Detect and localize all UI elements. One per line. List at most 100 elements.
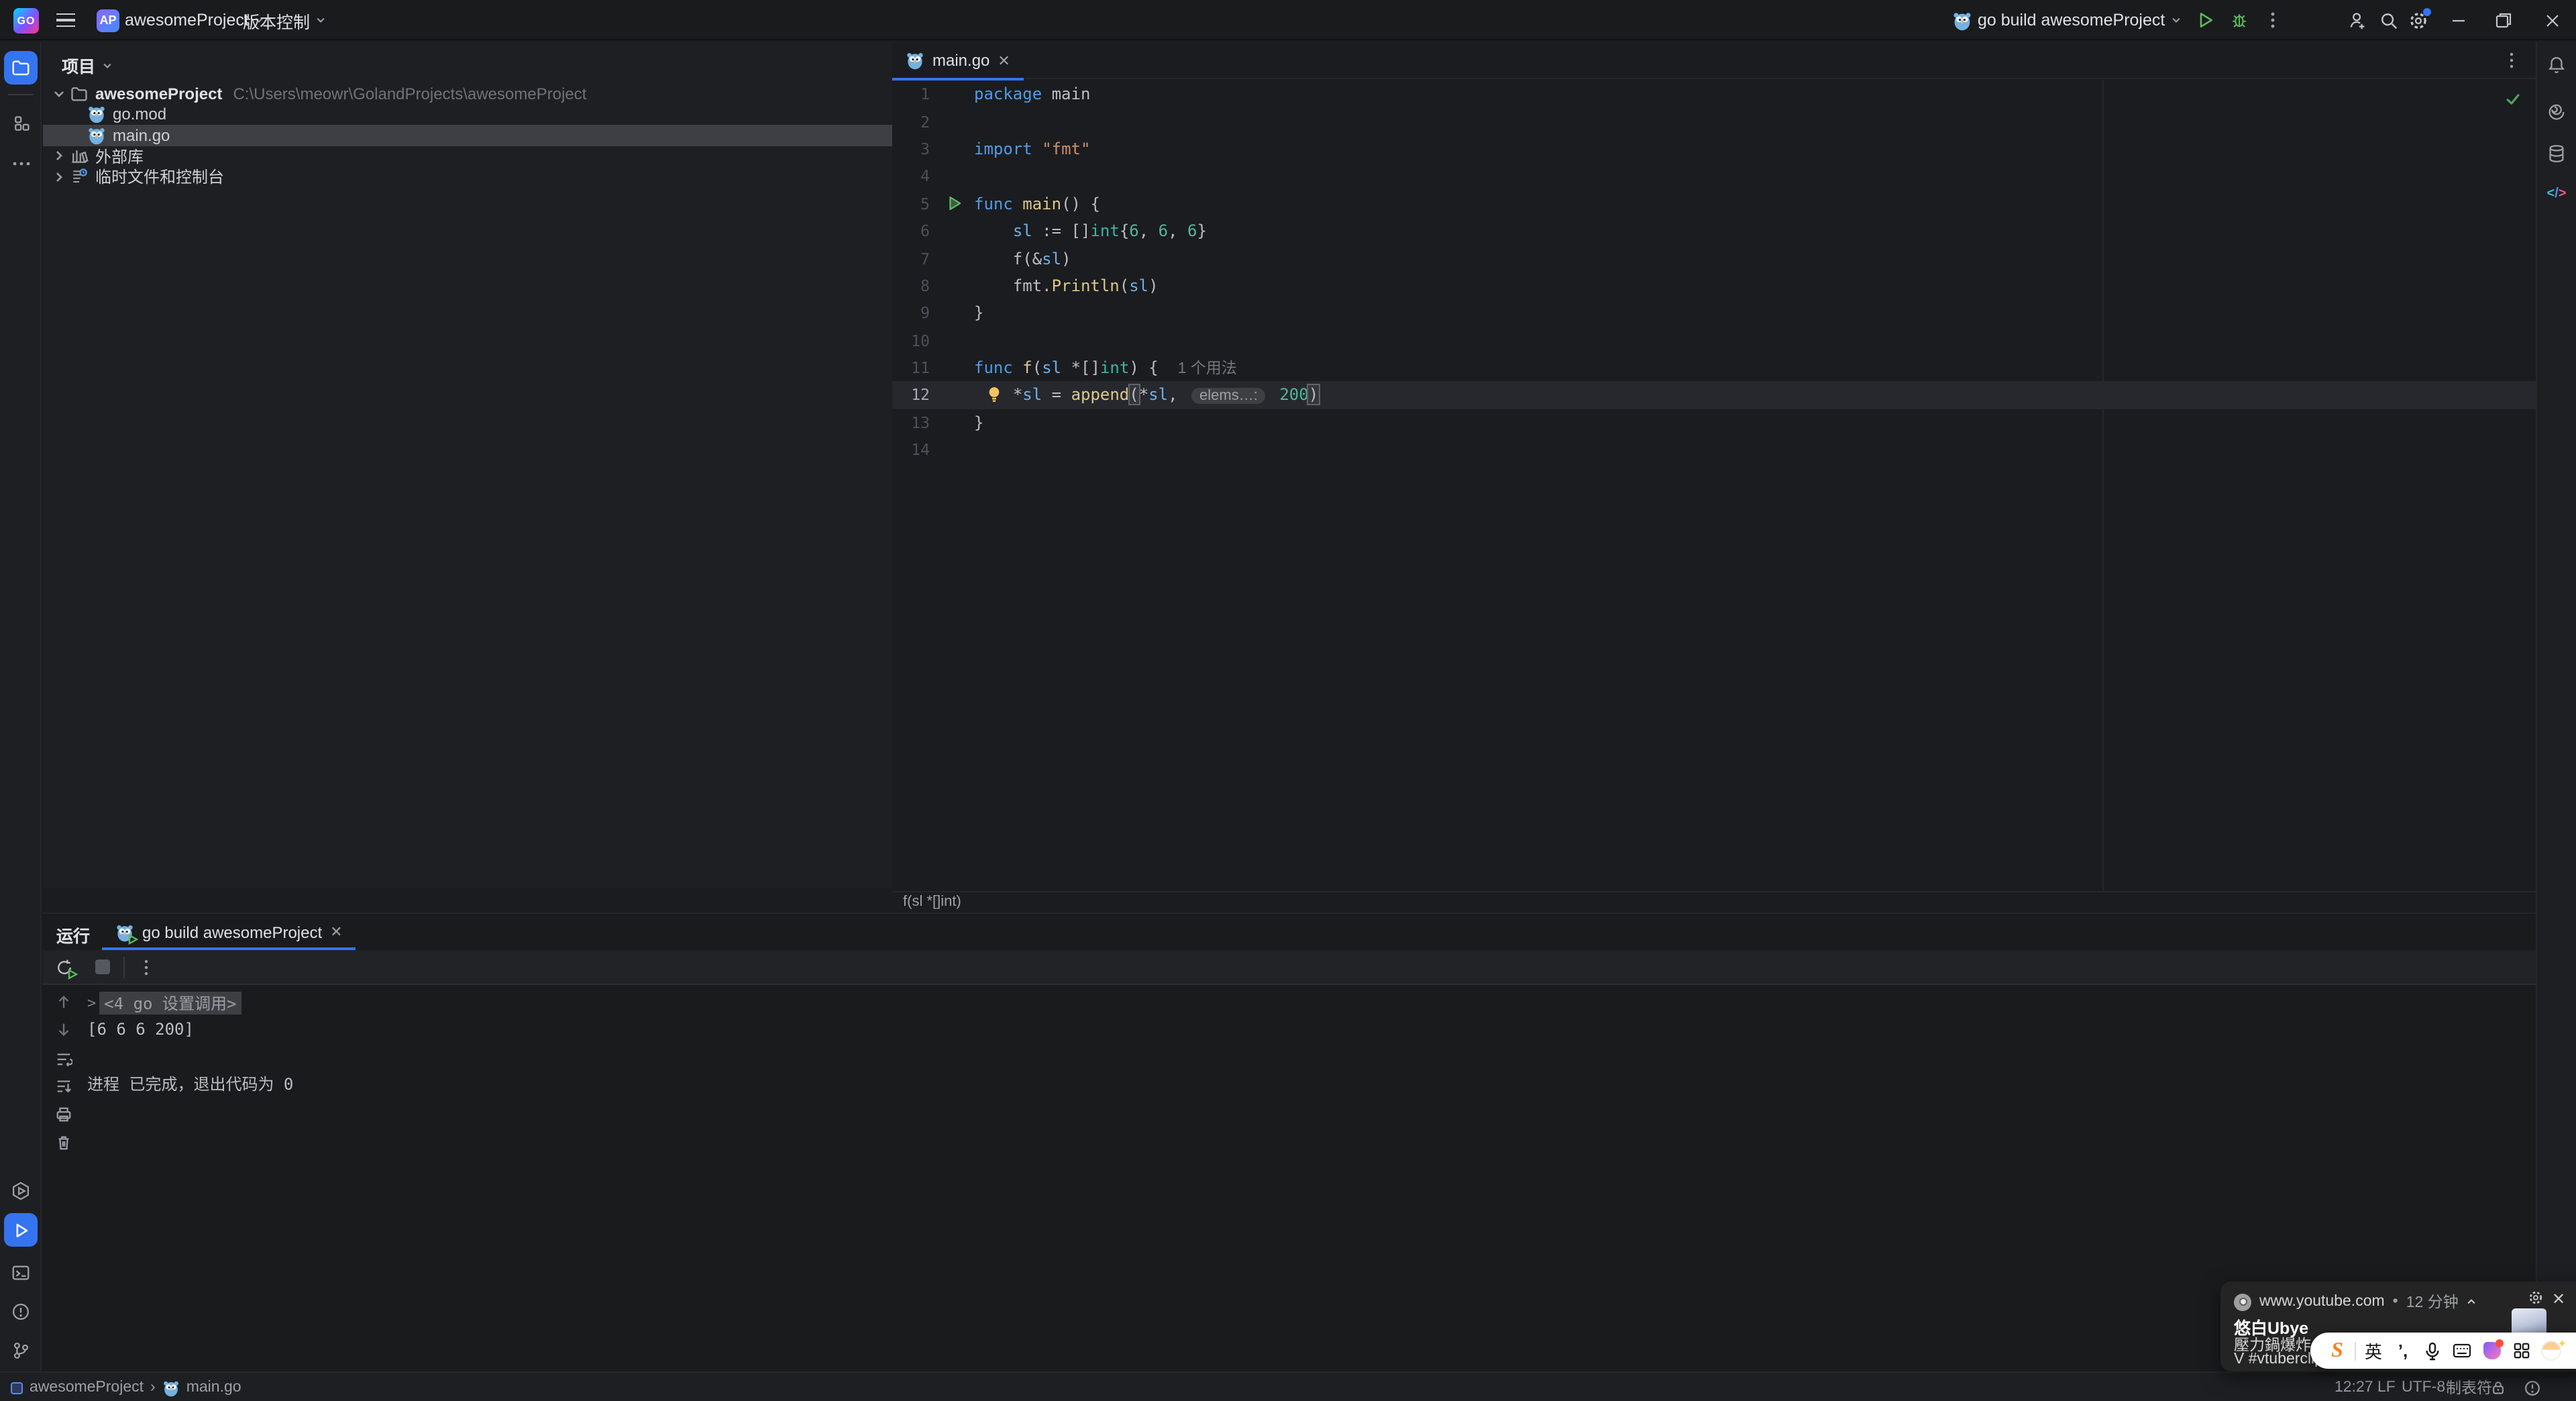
statusbar-file[interactable]: main.go xyxy=(186,1380,241,1396)
line-number[interactable]: 13 xyxy=(892,409,974,436)
tree-item-maingo[interactable]: main.go xyxy=(43,125,892,146)
next-occurrence-button[interactable] xyxy=(54,1021,72,1039)
chevron-expanded-icon[interactable] xyxy=(52,87,66,101)
code-line[interactable]: 7 f(&sl) xyxy=(892,245,2536,272)
code-editor[interactable]: 1 package main 2 3 import "fmt" 4 5 func main()… xyxy=(892,81,2536,891)
code-line[interactable]: 9} xyxy=(892,299,2536,327)
chevron-collapsed-icon[interactable] xyxy=(52,150,66,163)
breadcrumb-bar[interactable]: f(sl *[]int) xyxy=(892,891,2536,911)
code-with-me-button[interactable] xyxy=(2348,0,2368,40)
run-panel-title[interactable]: 运行 xyxy=(56,922,90,947)
code-line[interactable]: 14 xyxy=(892,436,2536,464)
chevron-collapsed-icon[interactable] xyxy=(52,170,66,184)
intention-bulb-icon[interactable] xyxy=(985,386,1004,405)
print-button[interactable] xyxy=(54,1106,72,1123)
ai-assistant-button[interactable] xyxy=(2540,95,2573,129)
readonly-toggle[interactable] xyxy=(2490,1373,2506,1401)
stop-button[interactable] xyxy=(95,959,110,974)
tool-window-terminal-button[interactable] xyxy=(4,1256,38,1290)
ime-punctuation-toggle[interactable]: ’, xyxy=(2388,1341,2418,1361)
line-number[interactable]: 4 xyxy=(892,162,974,190)
prev-occurrence-button[interactable] xyxy=(54,993,72,1010)
breadcrumb-item[interactable]: f(sl *[]int) xyxy=(903,894,961,910)
line-number[interactable]: 11 xyxy=(892,354,974,382)
line-number[interactable]: 2 xyxy=(892,108,974,136)
project-widget[interactable]: AP awesomeProject xyxy=(97,0,265,40)
project-panel-header[interactable]: 项目 xyxy=(62,52,113,78)
endpoints-button[interactable]: </> xyxy=(2540,177,2573,211)
caret-position-widget[interactable]: 12:27 xyxy=(2334,1373,2373,1401)
indent-widget[interactable]: 制表符 xyxy=(2446,1373,2492,1401)
tab-close-icon[interactable]: ✕ xyxy=(998,52,1010,69)
inspections-status-widget[interactable] xyxy=(2524,1373,2541,1401)
code-line[interactable]: 6 sl := []int{6, 6, 6} xyxy=(892,217,2536,245)
run-button[interactable] xyxy=(2196,0,2215,40)
main-menu-button[interactable] xyxy=(56,0,78,40)
code-line[interactable]: 11 func f(sl *[]int) { 1 个用法 xyxy=(892,354,2536,382)
notification-close-button[interactable]: ✕ xyxy=(2552,1290,2565,1308)
console-output[interactable]: > <4 go 设置调用> [6 6 6 200] 进程 已完成，退出代码为 0 xyxy=(87,989,293,1096)
line-separator-widget[interactable]: LF xyxy=(2377,1373,2396,1401)
line-number[interactable]: 3 xyxy=(892,136,974,163)
statusbar-project[interactable]: awesomeProject xyxy=(30,1380,144,1396)
line-number[interactable]: 7 xyxy=(892,245,974,272)
code-line[interactable]: 1 package main xyxy=(892,81,2536,108)
tool-window-git-button[interactable] xyxy=(4,1334,38,1367)
tool-window-run-button[interactable] xyxy=(4,1213,38,1247)
tree-item-external-libraries[interactable]: 外部库 xyxy=(43,146,892,166)
line-number[interactable]: 12 xyxy=(892,382,974,409)
tree-item-scratches[interactable]: 临时文件和控制台 xyxy=(43,166,892,187)
vcs-widget[interactable]: 版本控制 xyxy=(243,0,326,40)
run-gutter-icon[interactable] xyxy=(946,194,963,211)
more-tool-windows-button[interactable] xyxy=(4,146,38,180)
console-options-button[interactable] xyxy=(138,957,154,976)
minimize-button[interactable] xyxy=(2439,0,2477,40)
run-configuration-selector[interactable]: go build awesomeProject xyxy=(1952,0,2181,40)
code-line[interactable]: 10 xyxy=(892,327,2536,354)
ime-language-toggle[interactable]: 英 xyxy=(2359,1338,2388,1363)
line-number[interactable]: 14 xyxy=(892,436,974,464)
encoding-widget[interactable]: UTF-8 xyxy=(2402,1373,2445,1401)
ime-toolbox-button[interactable] xyxy=(2506,1342,2536,1359)
database-button[interactable] xyxy=(2540,137,2573,170)
chevron-up-icon[interactable] xyxy=(2467,1296,2477,1307)
code-line[interactable]: 8 fmt.Println(sl) xyxy=(892,272,2536,299)
code-line[interactable]: 2 xyxy=(892,108,2536,136)
close-button[interactable] xyxy=(2533,0,2571,40)
line-number[interactable]: 1 xyxy=(892,81,974,108)
tool-window-commit-button[interactable] xyxy=(4,106,38,140)
line-number[interactable]: 6 xyxy=(892,217,974,245)
ime-microphone-button[interactable] xyxy=(2418,1341,2447,1360)
fold-arrow-icon[interactable]: > xyxy=(87,994,96,1011)
code-line[interactable]: 13} xyxy=(892,409,2536,436)
line-number[interactable]: 5 xyxy=(892,190,974,217)
statusbar-breadcrumb[interactable]: awesomeProject › main.go xyxy=(11,1373,241,1401)
line-number[interactable]: 8 xyxy=(892,272,974,299)
code-line[interactable]: 5 func main() { xyxy=(892,190,2536,217)
goland-logo-icon[interactable]: GO xyxy=(13,0,39,40)
sogou-logo-icon[interactable]: S xyxy=(2322,1339,2352,1363)
tab-close-icon[interactable]: ✕ xyxy=(330,923,342,941)
clear-all-button[interactable] xyxy=(54,1134,72,1151)
settings-button[interactable] xyxy=(2408,0,2431,40)
search-everywhere-button[interactable] xyxy=(2379,0,2399,40)
line-number[interactable]: 10 xyxy=(892,327,974,354)
run-tab[interactable]: go build awesomeProject ✕ xyxy=(102,914,356,950)
ime-skin-button[interactable] xyxy=(2477,1339,2506,1359)
tree-item-project-root[interactable]: awesomeProject C:\Users\meowr\GolandProj… xyxy=(43,83,892,104)
tool-window-problems-button[interactable] xyxy=(4,1295,38,1329)
code-line[interactable]: 12 *sl = append(*sl, elems…: 200) xyxy=(892,381,2536,409)
code-line[interactable]: 4 xyxy=(892,162,2536,190)
tab-maingo[interactable]: main.go ✕ xyxy=(892,42,1024,81)
ime-emoji-button[interactable]: ✦ xyxy=(2536,1338,2567,1361)
tool-window-services-button[interactable] xyxy=(4,1174,38,1208)
more-actions-button[interactable] xyxy=(2265,0,2281,40)
debug-button[interactable] xyxy=(2230,0,2249,40)
ime-keyboard-button[interactable] xyxy=(2447,1343,2477,1358)
tab-options-button[interactable] xyxy=(2504,51,2520,70)
scroll-to-end-button[interactable] xyxy=(54,1078,72,1095)
ime-toolbar[interactable]: S 英 ’, ✦ xyxy=(2310,1333,2576,1369)
soft-wrap-button[interactable] xyxy=(54,1049,72,1067)
notification-settings-button[interactable] xyxy=(2528,1290,2544,1306)
code-line[interactable]: 3 import "fmt" xyxy=(892,136,2536,163)
